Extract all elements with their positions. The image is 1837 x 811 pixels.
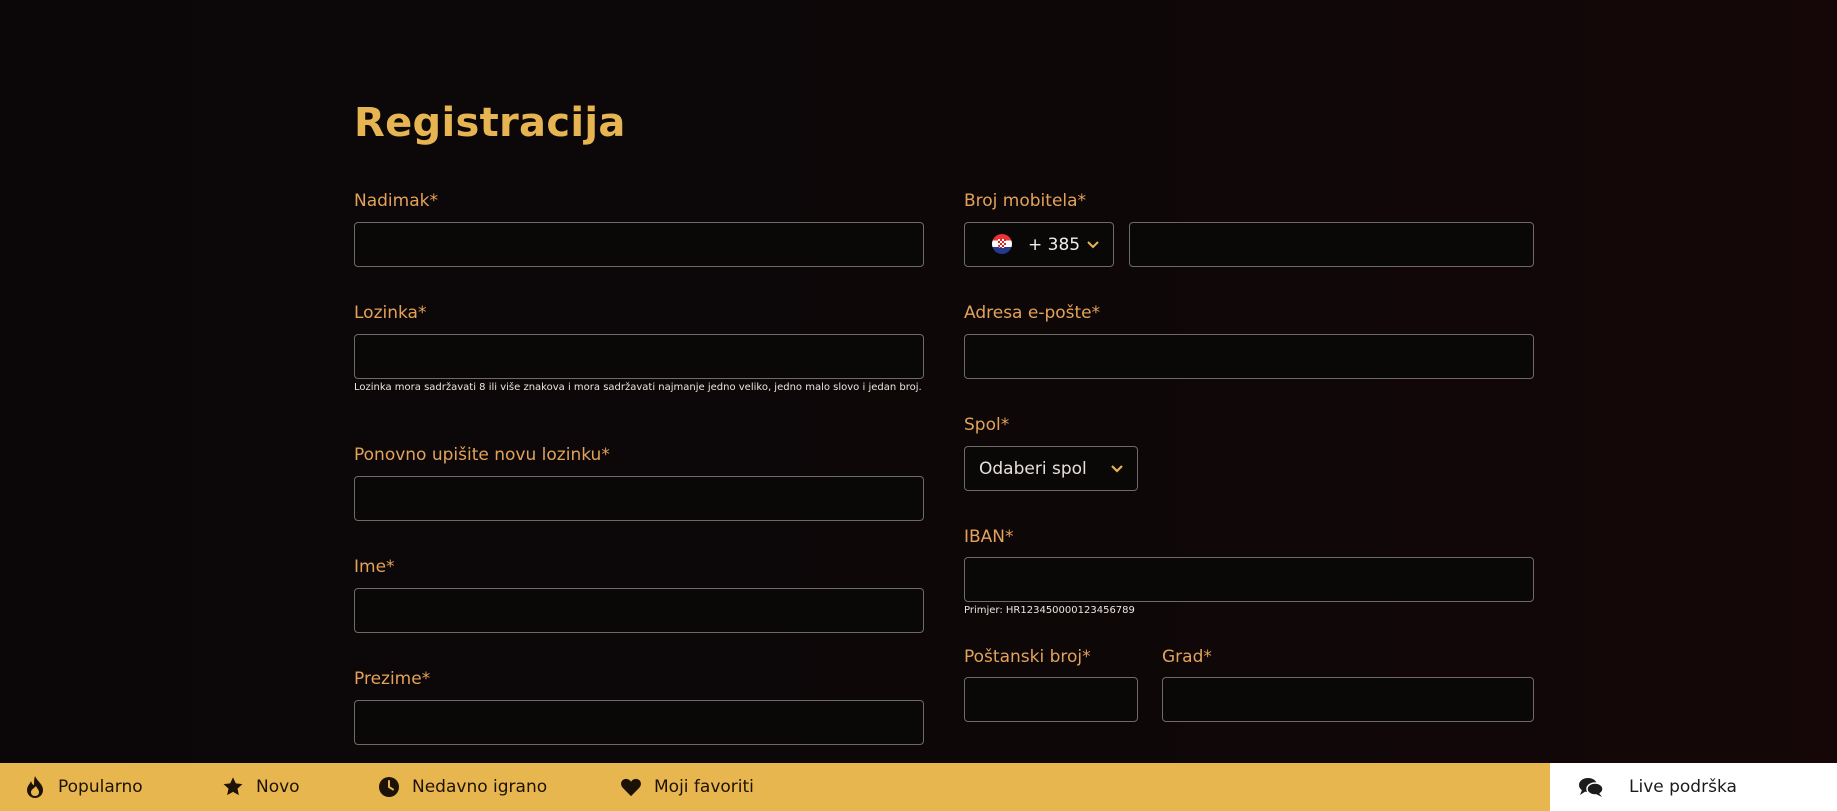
fire-icon [27, 776, 43, 798]
live-support-label: Live podrška [1629, 777, 1737, 797]
email-input[interactable] [964, 334, 1534, 379]
nickname-label: Nadimak* [354, 191, 438, 211]
postal-code-input[interactable] [964, 677, 1138, 722]
chat-icon [1579, 778, 1604, 797]
nav-item-favorites[interactable]: Moji favoriti [620, 763, 754, 811]
email-label: Adresa e-pošte* [964, 303, 1101, 323]
password-label: Lozinka* [354, 303, 427, 323]
nav-item-new[interactable]: Novo [222, 763, 300, 811]
city-input[interactable] [1162, 677, 1534, 722]
nav-item-popular[interactable]: Popularno [24, 763, 143, 811]
nav-label-new: Novo [256, 777, 300, 797]
clock-icon [379, 777, 399, 797]
star-icon [223, 777, 243, 796]
country-code-select[interactable]: + 385 [964, 222, 1114, 267]
first-name-label: Ime* [354, 557, 395, 577]
nav-item-recently-played[interactable]: Nedavno igrano [378, 763, 547, 811]
city-label: Grad* [1162, 647, 1212, 667]
bottom-nav-bar: Popularno Novo Nedavno igrano Moji favor… [0, 763, 1550, 811]
iban-input[interactable] [964, 557, 1534, 602]
iban-hint: Primjer: HR1234500001234567​89 [964, 605, 1135, 616]
nickname-input[interactable] [354, 222, 924, 267]
phone-label: Broj mobitela* [964, 191, 1087, 211]
password-repeat-input[interactable] [354, 476, 924, 521]
last-name-label: Prezime* [354, 669, 431, 689]
chevron-down-icon [1087, 240, 1099, 248]
first-name-input[interactable] [354, 588, 924, 633]
chevron-down-icon [1111, 464, 1123, 473]
phone-input[interactable] [1129, 222, 1534, 267]
nav-label-favorites: Moji favoriti [654, 777, 754, 797]
croatia-flag-icon [992, 234, 1012, 254]
gender-label: Spol* [964, 415, 1010, 435]
country-code-value: + 385 [1028, 234, 1081, 255]
password-input[interactable] [354, 334, 924, 379]
nav-label-recently-played: Nedavno igrano [412, 777, 548, 797]
page-title: Registracija [354, 100, 626, 146]
gender-select[interactable]: Odaberi spol [964, 446, 1138, 491]
iban-label: IBAN* [964, 527, 1014, 547]
password-repeat-label: Ponovno upišite novu lozinku* [354, 445, 610, 465]
last-name-input[interactable] [354, 700, 924, 745]
gender-select-value: Odaberi spol [979, 458, 1087, 479]
password-hint: Lozinka mora sadržavati 8 ili više znako… [354, 382, 922, 393]
heart-icon [621, 778, 641, 797]
nav-label-popular: Popularno [58, 777, 143, 797]
postal-code-label: Poštanski broj* [964, 647, 1091, 667]
live-support-button[interactable]: Live podrška [1550, 763, 1837, 811]
